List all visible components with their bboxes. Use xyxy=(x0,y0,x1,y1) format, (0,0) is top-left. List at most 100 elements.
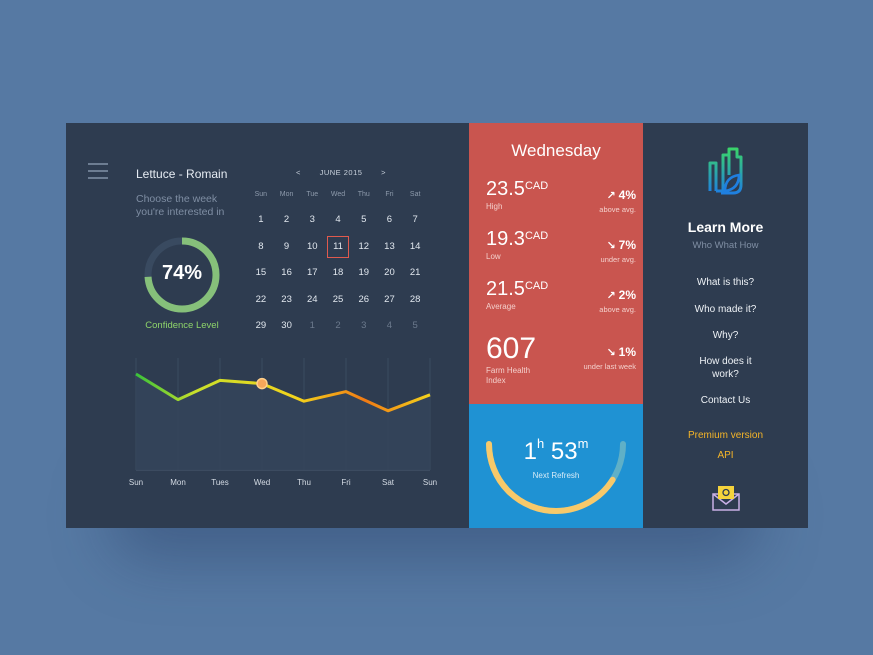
calendar-day[interactable]: 28 xyxy=(402,287,428,314)
chart-x-tick: Thu xyxy=(297,478,311,487)
learn-more-subtitle: Who What How xyxy=(692,240,759,251)
calendar-day[interactable]: 3 xyxy=(351,313,377,340)
calendar-weekdays: Sun Mon Tue Wed Thu Fri Sat xyxy=(248,191,428,207)
chart-area xyxy=(136,374,430,470)
calendar-day[interactable]: 30 xyxy=(274,313,300,340)
link-how-does-it-work[interactable]: How does it work? xyxy=(643,355,808,381)
calendar-day[interactable]: 18 xyxy=(325,260,351,287)
stat-change: 1% xyxy=(618,345,636,359)
chart-x-tick: Fri xyxy=(341,478,351,487)
crop-title: Lettuce - Romain xyxy=(136,167,228,181)
stat-value: 23.5 xyxy=(486,178,525,200)
chart-x-tick: Sun xyxy=(422,478,438,487)
link-why[interactable]: Why? xyxy=(643,329,808,342)
calendar-day[interactable]: 20 xyxy=(377,260,403,287)
calendar-day[interactable]: 7 xyxy=(402,207,428,234)
calendar-day[interactable]: 1 xyxy=(248,207,274,234)
stat-low: 19.3CAD Low ↘ 7% under avg. xyxy=(486,228,636,264)
calendar-day[interactable]: 24 xyxy=(299,287,325,314)
calendar-day[interactable]: 25 xyxy=(325,287,351,314)
calendar-week-row: 29 30 1 2 3 4 5 xyxy=(248,313,428,340)
prev-month-button[interactable]: < xyxy=(296,168,301,177)
calendar-day[interactable]: 8 xyxy=(248,234,274,261)
stat-change: 4% xyxy=(618,188,636,202)
stat-change: 7% xyxy=(618,238,636,252)
hamburger-icon[interactable] xyxy=(88,163,108,179)
refresh-label: Next Refresh xyxy=(532,471,580,480)
weekday-label: Sun xyxy=(254,191,268,198)
calendar-day[interactable]: 14 xyxy=(402,234,428,261)
calendar-day[interactable]: 12 xyxy=(351,234,377,261)
calendar-day[interactable]: 11 xyxy=(325,234,351,261)
link-premium-version[interactable]: Premium version xyxy=(643,430,808,441)
stat-unit: CAD xyxy=(524,180,549,192)
calendar-day[interactable]: 4 xyxy=(377,313,403,340)
trend-chart xyxy=(135,358,431,471)
link-who-made-it[interactable]: Who made it? xyxy=(643,303,808,316)
learn-more-title: Learn More xyxy=(687,219,764,235)
stat-note: under avg. xyxy=(600,255,636,264)
trend-down-icon: ↘ xyxy=(606,347,616,359)
refresh-panel: 1h 53m Next Refresh xyxy=(469,404,643,528)
weekday-label: Thu xyxy=(357,191,370,198)
calendar-day[interactable]: 16 xyxy=(274,260,300,287)
calendar-day[interactable]: 10 xyxy=(299,234,325,261)
calendar: Sun Mon Tue Wed Thu Fri Sat 1 2 3 4 5 6 7 8 9 10 1… xyxy=(248,191,428,340)
confidence-label: Confidence Level xyxy=(145,320,219,331)
calendar-day[interactable]: 19 xyxy=(351,260,377,287)
calendar-day[interactable]: 23 xyxy=(274,287,300,314)
calendar-day[interactable]: 21 xyxy=(402,260,428,287)
calendar-week-row: 1234567 xyxy=(248,207,428,234)
calendar-day[interactable]: 5 xyxy=(351,207,377,234)
mail-icon[interactable] xyxy=(711,485,741,511)
calendar-day[interactable]: 26 xyxy=(351,287,377,314)
stat-average: 21.5CAD Average ↗ 2% above avg. xyxy=(486,278,636,314)
link-contact-us[interactable]: Contact Us xyxy=(643,394,808,407)
stat-farm-health: 607 Farm Health Index ↘ 1% under last wee… xyxy=(486,333,636,386)
link-api[interactable]: API xyxy=(643,450,808,461)
next-month-button[interactable]: > xyxy=(381,168,386,177)
calendar-day[interactable]: 1 xyxy=(299,313,325,340)
confidence-value: 74% xyxy=(161,262,203,284)
calendar-day[interactable]: 3 xyxy=(299,207,325,234)
trend-down-icon: ↘ xyxy=(606,240,616,252)
stat-unit: CAD xyxy=(524,230,549,242)
stat-note: under last week xyxy=(583,362,636,371)
calendar-day[interactable]: 2 xyxy=(274,207,300,234)
calendar-day[interactable]: 29 xyxy=(248,313,274,340)
weekday-label: Sat xyxy=(409,191,421,198)
link-what-is-this[interactable]: What is this? xyxy=(643,276,808,289)
calendar-day[interactable]: 15 xyxy=(248,260,274,287)
stat-high: 23.5CAD High ↗ 4% above avg. xyxy=(486,178,636,214)
stat-note: above avg. xyxy=(599,305,636,314)
refresh-hours-unit: h xyxy=(536,436,545,451)
calendar-day[interactable]: 27 xyxy=(377,287,403,314)
city-leaf-logo-icon xyxy=(708,147,743,195)
weekday-label: Fri xyxy=(385,191,394,198)
calendar-day[interactable]: 17 xyxy=(299,260,325,287)
calendar-day[interactable]: 22 xyxy=(248,287,274,314)
calendar-grid: 1 2 3 4 5 6 7 8 9 10 11 12 13 14 15 16 17 18 19 20 21 22 23 24 2… xyxy=(248,207,428,340)
chart-x-tick: Mon xyxy=(170,478,186,487)
refresh-hours: 1 xyxy=(523,438,537,465)
stat-label: Farm Health Index xyxy=(486,366,531,385)
calendar-day[interactable]: 5 xyxy=(402,313,428,340)
chart-x-tick: Sat xyxy=(381,478,395,487)
week-hint: Choose the week you're interested in xyxy=(136,193,225,218)
calendar-day[interactable]: 4 xyxy=(325,207,351,234)
calendar-week-row: 8 9 10 11 12 13 14 xyxy=(248,234,428,261)
calendar-day[interactable]: 6 xyxy=(377,207,403,234)
chart-point-selected[interactable] xyxy=(256,377,268,390)
trend-up-icon: ↗ xyxy=(606,190,616,202)
calendar-day[interactable]: 13 xyxy=(377,234,403,261)
crop-panel: Lettuce - Romain Choose the week you're … xyxy=(66,123,469,528)
calendar-day[interactable]: 2 xyxy=(325,313,351,340)
stat-value: 19.3 xyxy=(486,228,525,250)
weekday-label: Tue xyxy=(306,191,319,198)
calendar-month: JUNE 2015 xyxy=(319,168,363,177)
calendar-day[interactable]: 9 xyxy=(274,234,300,261)
stats-panel: Wednesday 23.5CAD High ↗ 4% above avg. 19… xyxy=(469,123,643,528)
stat-note: above avg. xyxy=(599,205,636,214)
trend-up-icon: ↗ xyxy=(606,290,616,302)
chart-x-tick: Wed xyxy=(253,478,271,487)
